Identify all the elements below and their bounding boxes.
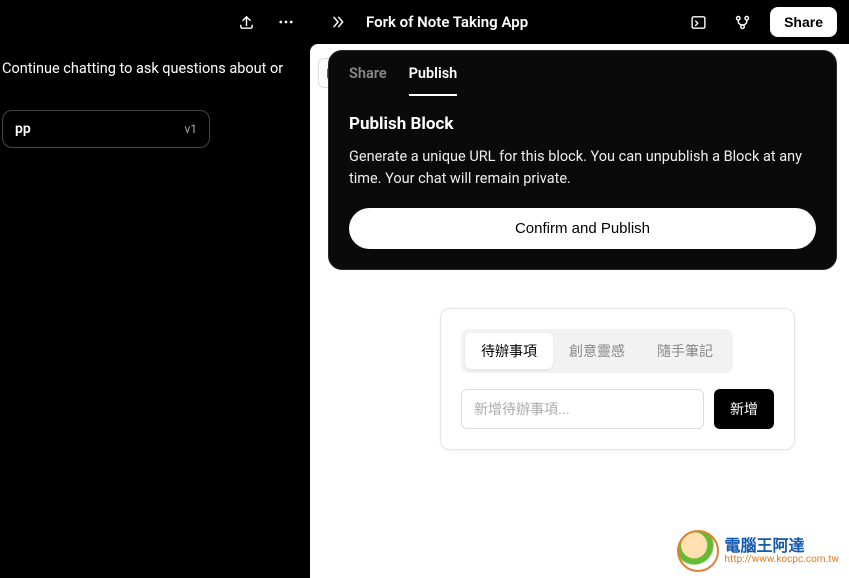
version-badge: v1 (184, 122, 197, 136)
ellipsis-icon (277, 13, 295, 31)
artifact-card-label: pp (15, 121, 31, 137)
note-input-row: 新增 (461, 389, 774, 429)
add-button[interactable]: 新增 (714, 389, 774, 429)
watermark-main: 電腦王阿達 (725, 537, 839, 555)
branch-icon (734, 14, 751, 31)
note-app-tabs: 待辦事項 創意靈感 隨手筆記 (461, 329, 733, 373)
chat-header (0, 0, 310, 44)
tab-notes[interactable]: 隨手筆記 (641, 333, 729, 369)
share-button[interactable]: Share (770, 7, 837, 37)
code-button[interactable] (726, 6, 758, 38)
upload-icon (238, 14, 255, 31)
terminal-icon (690, 14, 707, 31)
artifact-title: Fork of Note Taking App (366, 13, 670, 31)
chat-sidebar: Continue chatting to ask questions about… (0, 0, 310, 578)
tab-todo[interactable]: 待辦事項 (465, 333, 553, 369)
watermark: 電腦王阿達 http://www.kocpc.com.tw (677, 530, 839, 572)
popup-tab-share[interactable]: Share (349, 65, 387, 96)
popup-tab-publish[interactable]: Publish (409, 65, 458, 96)
popup-body: Publish Block Generate a unique URL for … (329, 96, 836, 269)
chevron-right-double-icon (330, 14, 346, 30)
artifact-card[interactable]: pp v1 (2, 110, 210, 148)
popup-description: Generate a unique URL for this block. Yo… (349, 146, 816, 190)
popup-title: Publish Block (349, 114, 816, 134)
todo-input[interactable] (461, 389, 704, 429)
artifact-header: Fork of Note Taking App Share (310, 0, 849, 44)
watermark-avatar (677, 530, 719, 572)
console-button[interactable] (682, 6, 714, 38)
chat-message: Continue chatting to ask questions about… (2, 58, 310, 80)
chat-body: Continue chatting to ask questions about… (0, 44, 310, 148)
publish-popup: Share Publish Publish Block Generate a u… (328, 50, 837, 270)
more-menu-button[interactable] (270, 6, 302, 38)
tab-ideas[interactable]: 創意靈感 (553, 333, 641, 369)
share-icon-button[interactable] (230, 6, 262, 38)
confirm-publish-button[interactable]: Confirm and Publish (349, 208, 816, 249)
watermark-text: 電腦王阿達 http://www.kocpc.com.tw (725, 537, 839, 566)
collapse-button[interactable] (322, 6, 354, 38)
watermark-sub: http://www.kocpc.com.tw (725, 554, 839, 565)
popup-tabs: Share Publish (329, 51, 836, 96)
note-app-card: 待辦事項 創意靈感 隨手筆記 新增 (440, 308, 795, 450)
